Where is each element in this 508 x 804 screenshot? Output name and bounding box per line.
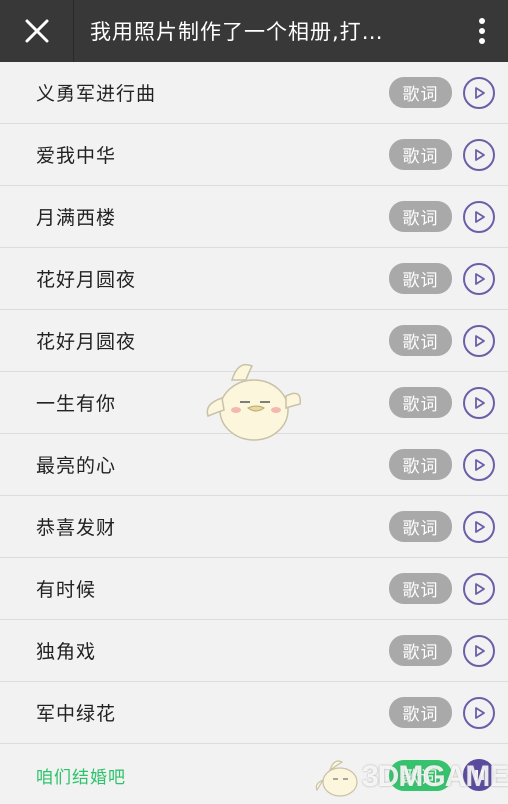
play-button[interactable] [463, 200, 495, 233]
song-row[interactable]: 独角戏 歌词 [0, 620, 508, 682]
song-row[interactable]: 义勇军进行曲 歌词 [0, 62, 508, 124]
lyrics-button[interactable]: 歌词 [389, 139, 452, 170]
lyrics-button[interactable]: 歌词 [389, 697, 452, 728]
play-button[interactable] [463, 572, 495, 605]
song-title: 独角戏 [36, 641, 97, 663]
lyrics-button[interactable]: 歌词 [389, 511, 452, 542]
play-button[interactable] [463, 510, 495, 543]
song-row[interactable]: 花好月圆夜 歌词 [0, 248, 508, 310]
watermark: 3DMGAME [314, 752, 508, 804]
song-title: 义勇军进行曲 [36, 83, 157, 105]
more-button[interactable] [456, 0, 508, 62]
song-title: 爱我中华 [36, 145, 117, 167]
song-title: 一生有你 [36, 393, 117, 415]
song-title: 军中绿花 [36, 703, 117, 725]
play-icon [475, 582, 485, 595]
close-icon [25, 19, 48, 43]
play-icon [475, 86, 485, 99]
song-title: 最亮的心 [36, 455, 117, 477]
play-icon [475, 458, 485, 471]
play-icon [475, 210, 485, 223]
song-row[interactable]: 有时候 歌词 [0, 558, 508, 620]
more-vertical-icon [479, 18, 485, 44]
play-button[interactable] [463, 324, 495, 357]
play-button[interactable] [463, 262, 495, 295]
song-row[interactable]: 爱我中华 歌词 [0, 124, 508, 186]
play-icon [475, 644, 485, 657]
song-title: 咱们结婚吧 [36, 767, 126, 788]
play-button[interactable] [463, 634, 495, 667]
song-row[interactable]: 月满西楼 歌词 [0, 186, 508, 248]
watermark-text: 3DMGAME [362, 760, 508, 793]
lyrics-button[interactable]: 歌词 [389, 449, 452, 480]
song-title: 花好月圆夜 [36, 331, 137, 353]
play-icon [475, 520, 485, 533]
song-row[interactable]: 军中绿花 歌词 [0, 682, 508, 744]
play-button[interactable] [463, 386, 495, 419]
song-row[interactable]: 恭喜发财 歌词 [0, 496, 508, 558]
mascot-illustration [206, 363, 301, 441]
lyrics-button[interactable]: 歌词 [389, 573, 452, 604]
play-button[interactable] [463, 138, 495, 171]
lyrics-button[interactable]: 歌词 [389, 387, 452, 418]
song-title: 花好月圆夜 [36, 269, 137, 291]
play-button[interactable] [463, 696, 495, 729]
watermark-mascot-icon [315, 760, 358, 797]
play-icon [475, 272, 485, 285]
play-icon [475, 396, 485, 409]
lyrics-button[interactable]: 歌词 [389, 263, 452, 294]
play-icon [475, 706, 485, 719]
lyrics-button[interactable]: 歌词 [389, 635, 452, 666]
lyrics-button[interactable]: 歌词 [389, 201, 452, 232]
close-button[interactable] [0, 0, 74, 62]
page-title: 我用照片制作了一个相册,打… [90, 20, 384, 44]
play-button[interactable] [463, 76, 495, 109]
song-title: 有时候 [36, 579, 97, 601]
song-title: 月满西楼 [36, 207, 117, 229]
top-bar: 我用照片制作了一个相册,打… [0, 0, 508, 62]
song-title: 恭喜发财 [36, 517, 117, 539]
play-icon [475, 148, 485, 161]
lyrics-button[interactable]: 歌词 [389, 325, 452, 356]
play-button[interactable] [463, 448, 495, 481]
play-icon [475, 334, 485, 347]
lyrics-button[interactable]: 歌词 [389, 77, 452, 108]
